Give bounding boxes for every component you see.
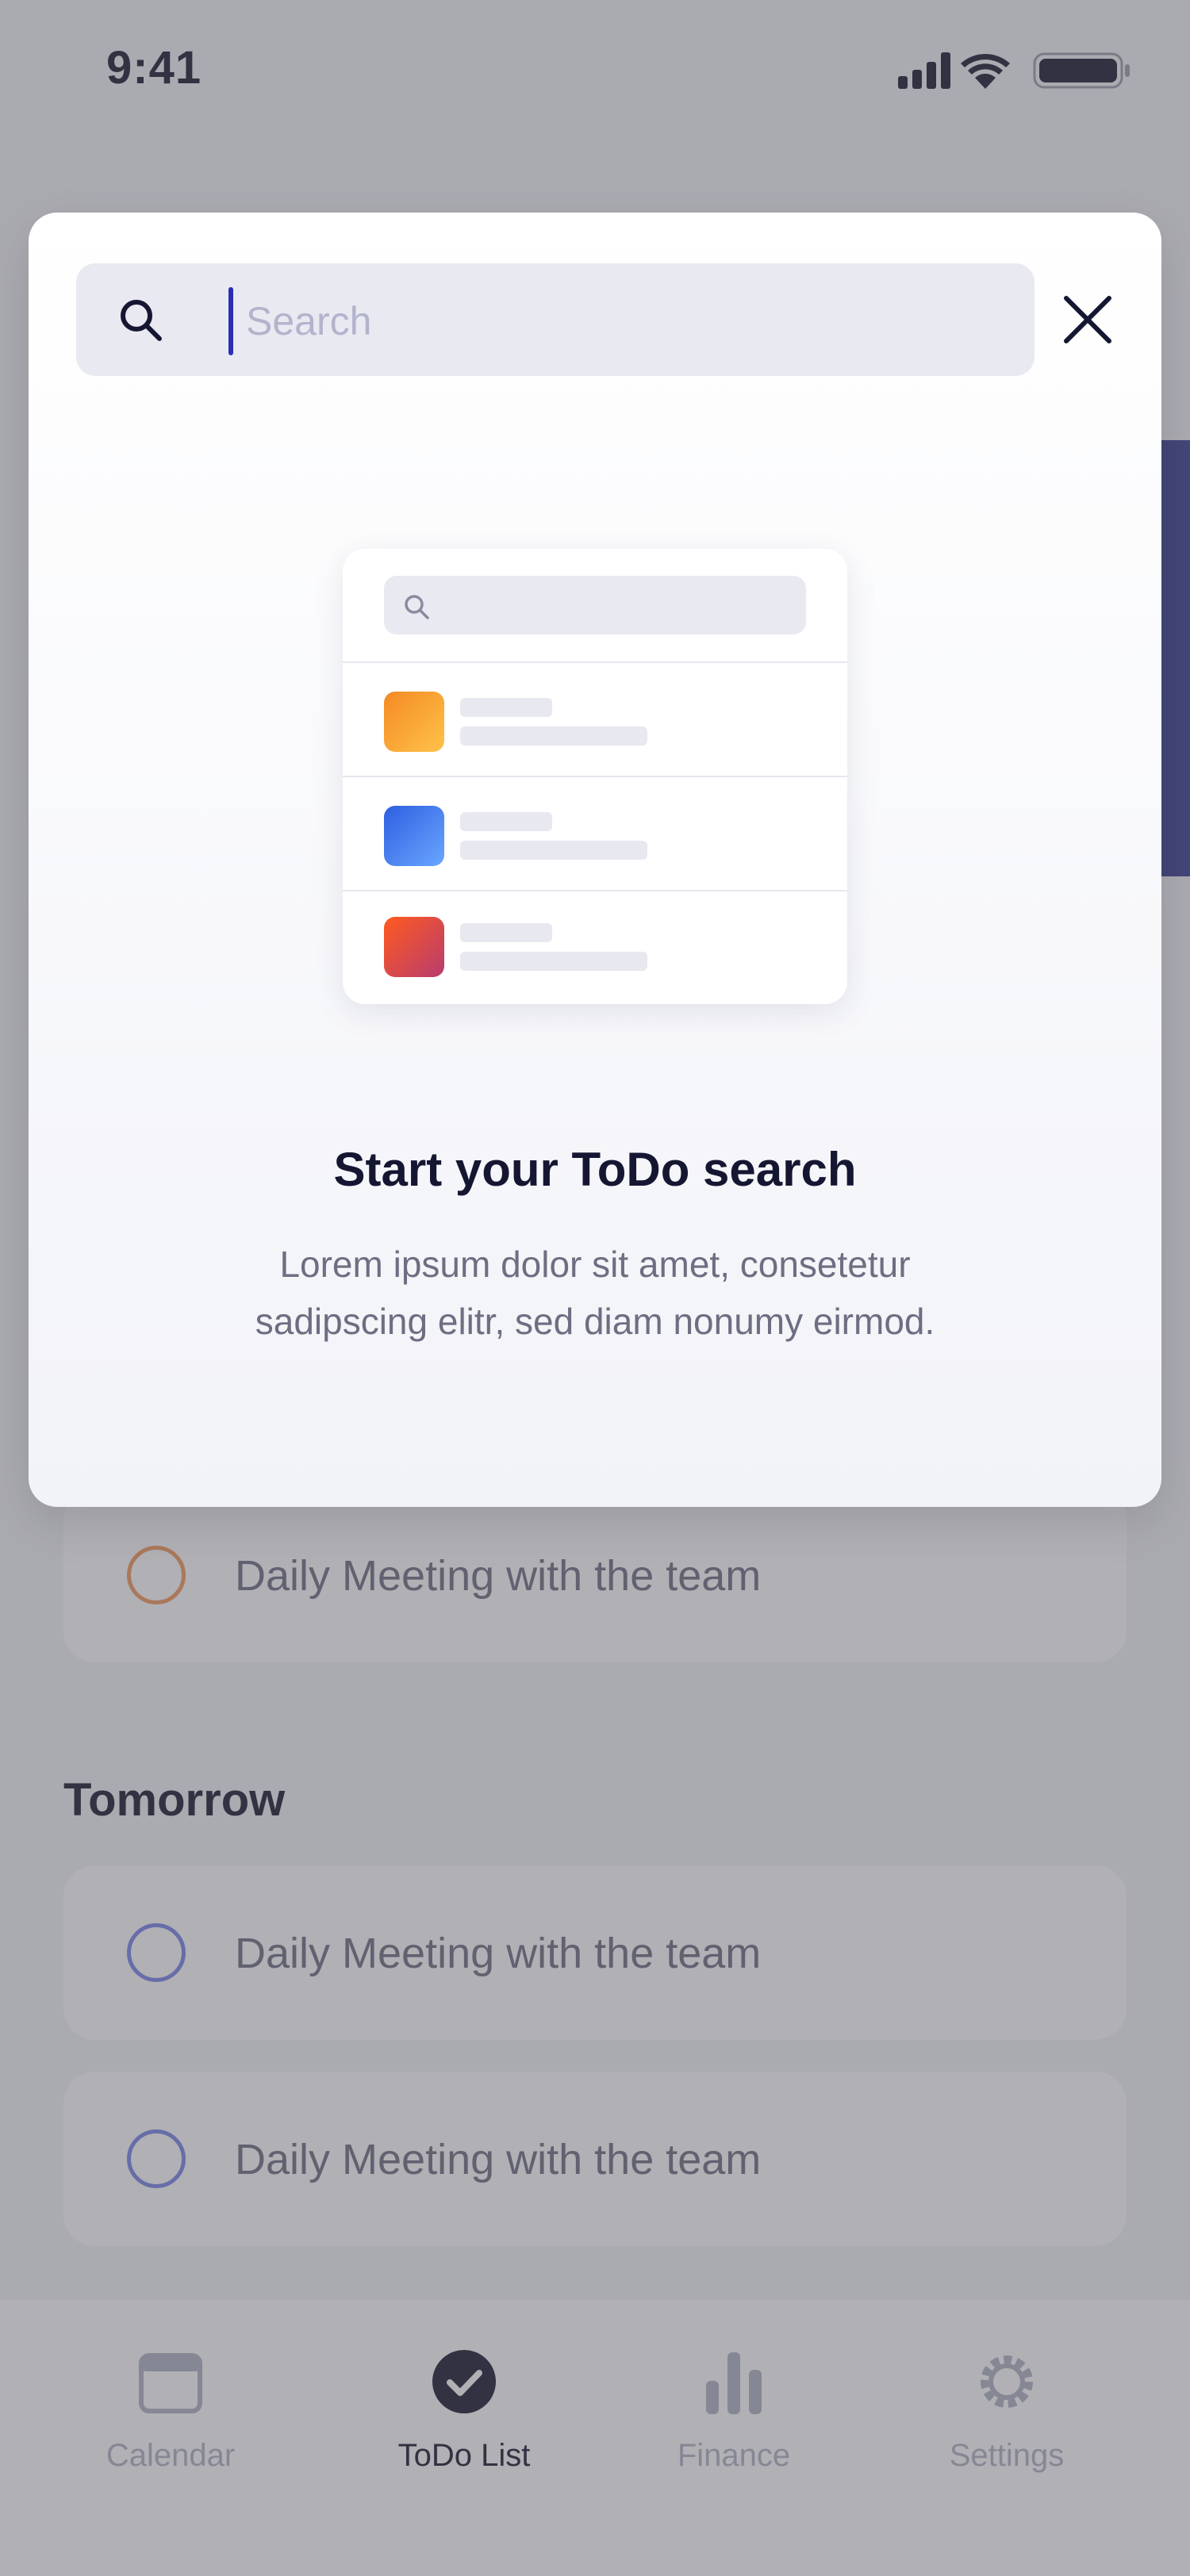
- search-bar[interactable]: [76, 263, 1035, 376]
- close-icon[interactable]: [1058, 290, 1117, 349]
- illustration-placeholder-line: [460, 698, 552, 717]
- illustration-divider: [343, 890, 847, 891]
- text-caret: [228, 287, 233, 355]
- illustration-divider: [343, 661, 847, 663]
- illustration-app-icon: [384, 806, 444, 866]
- illustration-app-icon: [384, 917, 444, 977]
- illustration-search-bar: [384, 576, 806, 634]
- illustration-placeholder-line: [460, 726, 647, 746]
- search-input[interactable]: [246, 287, 1008, 355]
- empty-state-title: Start your ToDo search: [333, 1143, 857, 1196]
- search-modal: Start your ToDo search Lorem ipsum dolor…: [29, 213, 1161, 1507]
- search-icon: [405, 595, 429, 619]
- illustration-app-icon: [384, 692, 444, 752]
- illustration-placeholder-line: [460, 812, 552, 831]
- illustration-divider: [343, 776, 847, 777]
- illustration-placeholder-line: [460, 952, 647, 971]
- illustration-placeholder-line: [460, 841, 647, 860]
- empty-state-description: Lorem ipsum dolor sit amet, consetetur s…: [255, 1244, 935, 1342]
- empty-state-illustration: [343, 549, 847, 1004]
- search-icon: [121, 300, 162, 341]
- illustration-placeholder-line: [460, 923, 552, 942]
